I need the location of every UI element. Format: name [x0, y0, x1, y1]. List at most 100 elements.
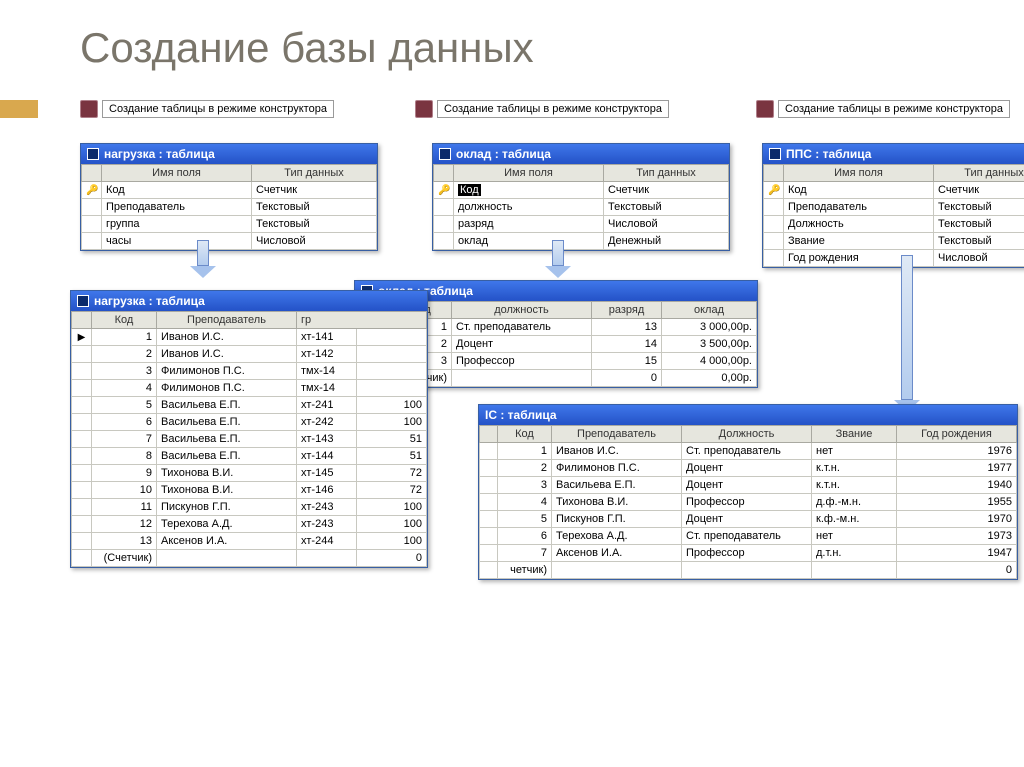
cell[interactable]: Васильева Е.П.	[157, 414, 297, 431]
cell[interactable]: д.ф.-м.н.	[812, 494, 897, 511]
col-header[interactable]: гр	[297, 312, 427, 329]
window-title[interactable]: нагрузка : таблица	[71, 291, 427, 311]
cell[interactable]: 13	[592, 319, 662, 336]
window-title[interactable]: ППС : таблица	[763, 144, 1024, 164]
field-type-cell[interactable]: Текстовый	[934, 199, 1024, 216]
cell[interactable]: Профессор	[452, 353, 592, 370]
cell[interactable]: 1955	[897, 494, 1017, 511]
cell[interactable]: хт-243	[297, 516, 357, 533]
design-row[interactable]: часыЧисловой	[82, 233, 377, 250]
design-row[interactable]: 🔑КодСчетчик	[764, 182, 1024, 199]
col-header[interactable]: Звание	[812, 426, 897, 443]
cell[interactable]: хт-146	[297, 482, 357, 499]
cell[interactable]: 3	[498, 477, 552, 494]
field-type-cell[interactable]: Текстовый	[934, 233, 1024, 250]
cell[interactable]: Васильева Е.П.	[157, 431, 297, 448]
cell[interactable]: Аксенов И.А.	[552, 545, 682, 562]
col-header-type[interactable]: Тип данных	[934, 165, 1024, 182]
field-name-cell[interactable]: Преподаватель	[102, 199, 252, 216]
row-selector[interactable]	[72, 414, 92, 431]
cell[interactable]: хт-242	[297, 414, 357, 431]
design-window-pps[interactable]: ППС : таблица Имя поля Тип данных 🔑КодСч…	[762, 143, 1024, 268]
row-selector[interactable]	[72, 482, 92, 499]
data-window-nagruzka[interactable]: нагрузка : таблица Код Преподаватель гр …	[70, 290, 428, 568]
cell[interactable]: 4 000,00р.	[662, 353, 757, 370]
cell[interactable]	[552, 562, 682, 579]
col-header[interactable]: Код	[92, 312, 157, 329]
table-row[interactable]: 9Тихонова В.И.хт-14572	[72, 465, 427, 482]
row-selector[interactable]	[72, 550, 92, 567]
col-header[interactable]: Код	[498, 426, 552, 443]
field-name-cell[interactable]: оклад	[454, 233, 604, 250]
table-row[interactable]: четчик)0	[480, 562, 1017, 579]
cell[interactable]: Доцент	[452, 336, 592, 353]
field-name-cell[interactable]: Код	[102, 182, 252, 199]
row-selector[interactable]	[72, 431, 92, 448]
window-title[interactable]: нагрузка : таблица	[81, 144, 377, 164]
cell[interactable]: 100	[357, 533, 427, 550]
table-row[interactable]: 5Пискунов Г.П.Доцентк.ф.-м.н.1970	[480, 511, 1017, 528]
cell[interactable]: Тихонова В.И.	[552, 494, 682, 511]
cell[interactable]: нет	[812, 443, 897, 460]
cell[interactable]: Иванов И.С.	[157, 329, 297, 346]
cell[interactable]: нет	[812, 528, 897, 545]
cell[interactable]: 12	[92, 516, 157, 533]
col-header-type[interactable]: Тип данных	[604, 165, 729, 182]
cell[interactable]: Иванов И.С.	[157, 346, 297, 363]
col-header-field[interactable]: Имя поля	[102, 165, 252, 182]
cell[interactable]: 5	[498, 511, 552, 528]
field-type-cell[interactable]: Денежный	[604, 233, 729, 250]
row-selector[interactable]	[480, 494, 498, 511]
create-table-link-1[interactable]: Создание таблицы в режиме конструктора	[80, 100, 334, 118]
field-type-cell[interactable]: Числовой	[604, 216, 729, 233]
cell[interactable]: 2	[498, 460, 552, 477]
design-row[interactable]: 🔑КодСчетчик	[434, 182, 729, 199]
cell[interactable]: тмх-14	[297, 363, 357, 380]
col-header[interactable]: должность	[452, 302, 592, 319]
cell[interactable]: Доцент	[682, 511, 812, 528]
row-selector[interactable]	[72, 380, 92, 397]
table-row[interactable]: 1Иванов И.С.Ст. преподавательнет1976	[480, 443, 1017, 460]
cell[interactable]: д.т.н.	[812, 545, 897, 562]
cell[interactable]: 3 000,00р.	[662, 319, 757, 336]
cell[interactable]: Васильева Е.П.	[157, 448, 297, 465]
table-row[interactable]: 7Васильева Е.П.хт-14351	[72, 431, 427, 448]
row-selector[interactable]	[480, 477, 498, 494]
cell[interactable]: 14	[592, 336, 662, 353]
cell[interactable]: Пискунов Г.П.	[157, 499, 297, 516]
field-type-cell[interactable]: Числовой	[934, 250, 1024, 267]
cell[interactable]: хт-143	[297, 431, 357, 448]
col-header-field[interactable]: Имя поля	[454, 165, 604, 182]
cell[interactable]: 15	[592, 353, 662, 370]
cell[interactable]: 9	[92, 465, 157, 482]
field-type-cell[interactable]: Текстовый	[934, 216, 1024, 233]
cell[interactable]: Доцент	[682, 460, 812, 477]
cell[interactable]: 72	[357, 465, 427, 482]
row-selector[interactable]	[72, 499, 92, 516]
cell[interactable]: Аксенов И.А.	[157, 533, 297, 550]
cell[interactable]: к.т.н.	[812, 477, 897, 494]
cell[interactable]: тмх-14	[297, 380, 357, 397]
table-row[interactable]: 3Васильева Е.П.Доцентк.т.н.1940	[480, 477, 1017, 494]
cell[interactable]: 0,00р.	[662, 370, 757, 387]
cell[interactable]: 100	[357, 414, 427, 431]
cell[interactable]: 3	[92, 363, 157, 380]
cell[interactable]: 1	[92, 329, 157, 346]
cell[interactable]	[812, 562, 897, 579]
table-row[interactable]: 5Васильева Е.П.хт-241100	[72, 397, 427, 414]
data-grid[interactable]: Код Преподаватель гр ▶1Иванов И.С.хт-141…	[71, 311, 427, 567]
cell[interactable]	[357, 346, 427, 363]
cell[interactable]	[452, 370, 592, 387]
cell[interactable]: хт-241	[297, 397, 357, 414]
table-row[interactable]: 2Иванов И.С.хт-142	[72, 346, 427, 363]
cell[interactable]: Иванов И.С.	[552, 443, 682, 460]
design-row[interactable]: ПреподавательТекстовый	[764, 199, 1024, 216]
cell[interactable]: 51	[357, 431, 427, 448]
field-type-cell[interactable]: Счетчик	[934, 182, 1024, 199]
cell[interactable]: 3 500,00р.	[662, 336, 757, 353]
cell[interactable]: 51	[357, 448, 427, 465]
row-selector[interactable]: ▶	[72, 329, 92, 346]
field-name-cell[interactable]: Код	[454, 182, 604, 199]
col-header[interactable]: оклад	[662, 302, 757, 319]
col-header[interactable]: Должность	[682, 426, 812, 443]
